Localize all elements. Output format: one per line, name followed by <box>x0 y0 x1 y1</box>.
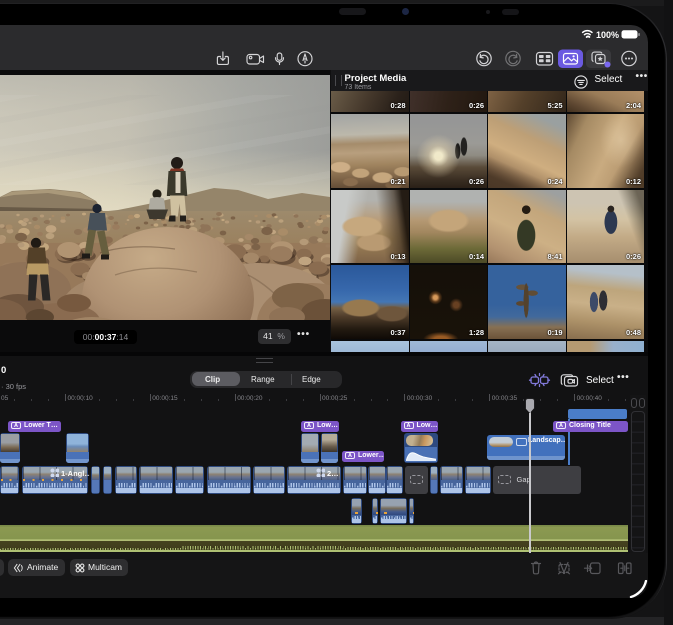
svg-text:100%: 100% <box>596 30 619 40</box>
